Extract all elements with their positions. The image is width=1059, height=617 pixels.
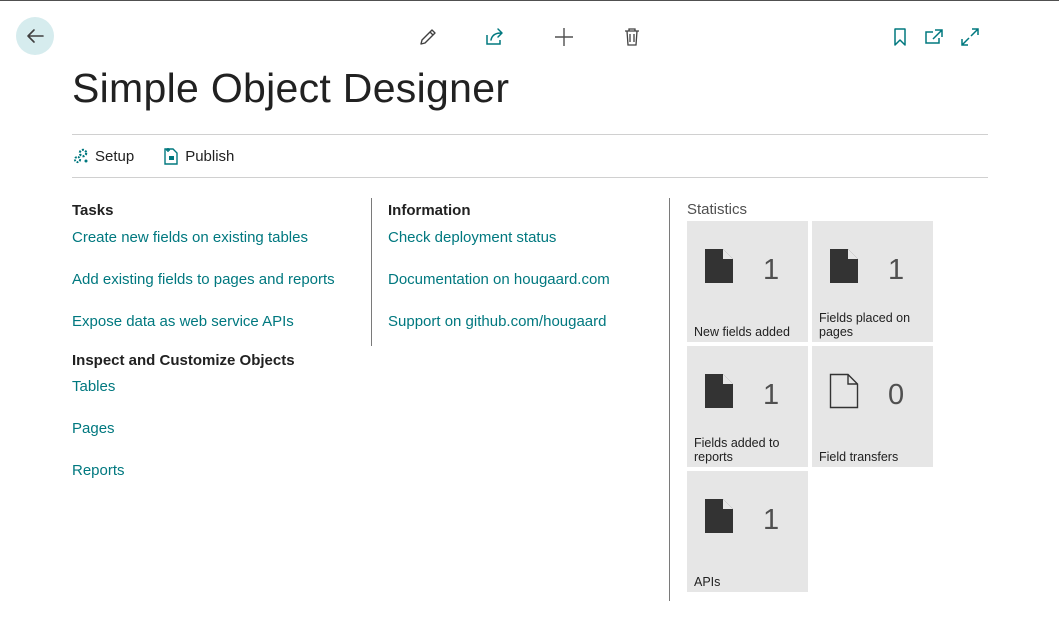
stat-label: Fields placed on pages	[819, 311, 911, 339]
documentation-link[interactable]: Documentation on hougaard.com	[388, 271, 610, 288]
filled-document-icon	[705, 499, 733, 533]
open-new-window-button[interactable]	[922, 25, 946, 49]
stat-tile-field-transfers[interactable]: 0 Field transfers	[812, 346, 933, 467]
create-new-fields-link[interactable]: Create new fields on existing tables	[72, 229, 308, 246]
back-arrow-icon	[27, 29, 44, 43]
filled-document-icon	[830, 249, 858, 283]
reports-link[interactable]: Reports	[72, 462, 125, 479]
support-github-link[interactable]: Support on github.com/hougaard	[388, 313, 607, 330]
inspect-heading: Inspect and Customize Objects	[72, 352, 295, 369]
information-heading: Information	[388, 202, 471, 219]
publish-icon	[164, 148, 178, 165]
bookmark-button[interactable]	[888, 25, 912, 49]
back-button[interactable]	[16, 17, 54, 55]
stat-tile-fields-on-reports[interactable]: 1 Fields added to reports	[687, 346, 808, 467]
deployment-status-link[interactable]: Check deployment status	[388, 229, 556, 246]
stat-label: Fields added to reports	[694, 436, 780, 464]
delete-button[interactable]	[620, 25, 644, 49]
filled-document-icon	[705, 374, 733, 408]
statistics-heading: Statistics	[687, 201, 748, 218]
stat-value: 1	[763, 504, 780, 536]
action-bar: Setup Publish	[72, 134, 988, 178]
page-title: Simple Object Designer	[72, 65, 510, 111]
pages-link[interactable]: Pages	[72, 420, 115, 437]
tables-link[interactable]: Tables	[72, 378, 115, 395]
stat-value: 1	[763, 254, 780, 286]
stat-tile-fields-on-pages[interactable]: 1 Fields placed on pages	[812, 221, 933, 342]
stat-tile-apis[interactable]: 1 APIs	[687, 471, 808, 592]
add-existing-fields-link[interactable]: Add existing fields to pages and reports	[72, 271, 335, 288]
stat-value: 1	[763, 379, 780, 411]
bookmark-icon	[894, 28, 906, 46]
expose-data-apis-link[interactable]: Expose data as web service APIs	[72, 313, 294, 330]
publish-label: Publish	[185, 147, 235, 165]
stat-tile-new-fields[interactable]: 1 New fields added	[687, 221, 808, 342]
open-new-window-icon	[925, 29, 943, 44]
statistics-divider	[669, 198, 670, 601]
setup-label: Setup	[95, 147, 135, 165]
plus-icon	[555, 28, 573, 46]
new-button[interactable]	[552, 25, 576, 49]
setup-gears-icon	[73, 148, 88, 164]
publish-action[interactable]: Publish	[162, 135, 234, 177]
expand-button[interactable]	[958, 25, 982, 49]
pencil-icon	[420, 29, 436, 45]
stat-label: New fields added	[694, 325, 790, 339]
stat-value: 0	[888, 379, 905, 411]
stat-label: Field transfers	[819, 450, 899, 464]
stat-label: APIs	[694, 575, 721, 589]
stat-value: 1	[888, 254, 905, 286]
filled-document-icon	[705, 249, 733, 283]
expand-icon	[961, 28, 979, 46]
trash-icon	[625, 28, 639, 46]
column-divider	[371, 198, 372, 346]
setup-action[interactable]: Setup	[72, 135, 134, 177]
share-button[interactable]	[483, 25, 507, 49]
tasks-heading: Tasks	[72, 202, 114, 219]
share-icon	[486, 28, 503, 45]
edit-button[interactable]	[416, 25, 440, 49]
outline-document-icon	[829, 373, 859, 409]
